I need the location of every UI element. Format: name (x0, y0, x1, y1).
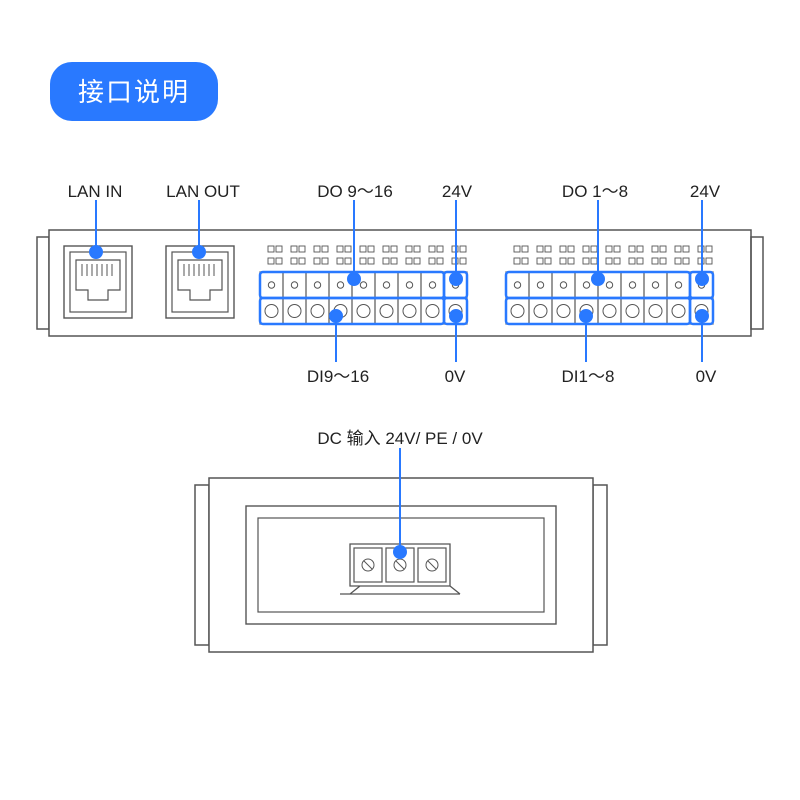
diagram-svg (0, 0, 800, 800)
terminal-block-1 (260, 272, 467, 324)
terminal-block-2 (506, 272, 713, 324)
front-panel (37, 230, 763, 336)
